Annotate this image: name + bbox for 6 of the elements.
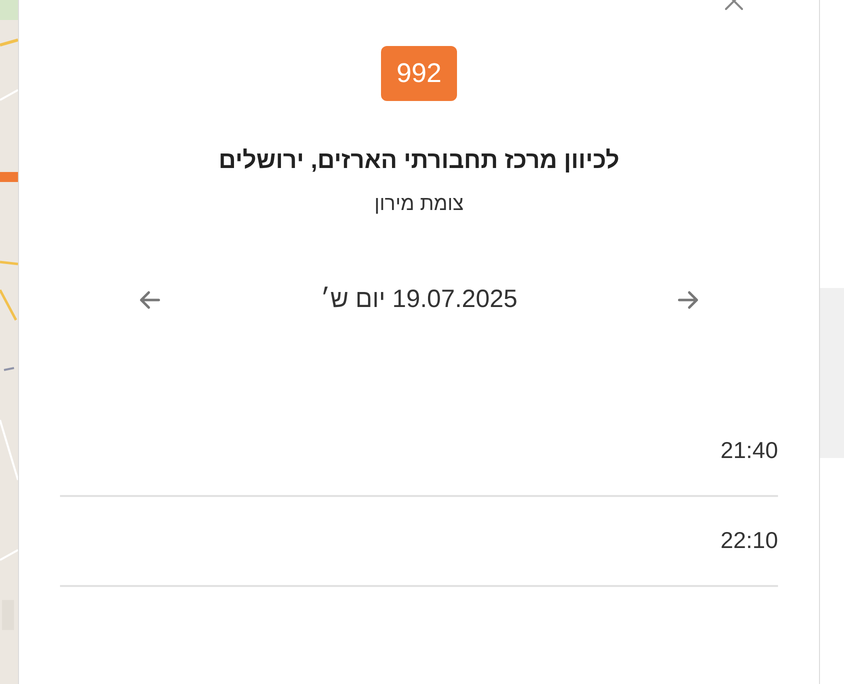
route-badge: 992 [381, 46, 457, 101]
departure-time: 22:10 [720, 526, 778, 556]
route-title: לכיוון מרכז תחבורתי הארזים, ירושלים [218, 146, 620, 176]
date-label: 19.07.2025 יום ש׳ [320, 284, 518, 315]
stop-name: צומת מירון [374, 192, 464, 217]
departure-time: 21:40 [720, 436, 778, 466]
